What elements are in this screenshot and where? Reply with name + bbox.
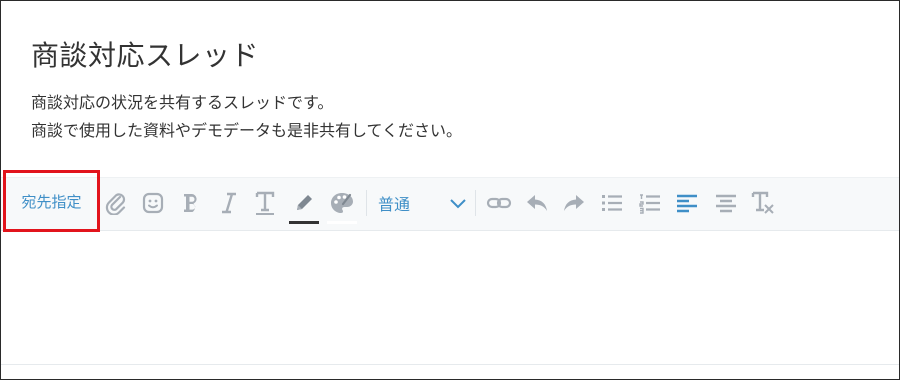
text-color-underline	[289, 221, 319, 224]
numbered-list-icon[interactable]	[636, 189, 664, 217]
chevron-down-icon	[448, 195, 468, 215]
font-size-value: 普通	[378, 195, 411, 214]
toolbar-separator	[475, 190, 476, 216]
text-size-icon[interactable]	[252, 189, 278, 217]
bullet-list-icon[interactable]	[598, 189, 626, 217]
clear-format-icon[interactable]	[749, 189, 777, 217]
thread-description: 商談対応の状況を共有するスレッドです。 商談で使用した資料やデモデータも是非共有…	[31, 89, 462, 145]
mention-button[interactable]: 宛先指定	[3, 170, 100, 232]
description-line-1: 商談対応の状況を共有するスレッドです。	[31, 93, 334, 112]
italic-icon[interactable]	[216, 189, 242, 217]
text-color-icon[interactable]	[289, 189, 319, 217]
font-size-select[interactable]: 普通	[372, 189, 470, 217]
undo-icon[interactable]	[522, 189, 552, 217]
description-line-2: 商談で使用した資料やデモデータも是非共有してください。	[31, 121, 463, 140]
link-icon[interactable]	[484, 189, 514, 217]
toolbar-separator	[366, 190, 367, 216]
message-editor[interactable]	[1, 231, 899, 364]
emoji-icon[interactable]	[139, 189, 167, 217]
thread-title: 商談対応スレッド	[31, 39, 260, 72]
attachment-icon[interactable]	[102, 189, 130, 217]
background-color-icon[interactable]	[327, 189, 357, 217]
redo-icon[interactable]	[559, 189, 589, 217]
editor-bottom-border	[1, 364, 899, 365]
align-center-icon[interactable]	[712, 189, 740, 217]
bold-icon[interactable]	[178, 189, 204, 217]
background-color-underline	[327, 221, 357, 224]
align-left-icon[interactable]	[673, 189, 701, 217]
